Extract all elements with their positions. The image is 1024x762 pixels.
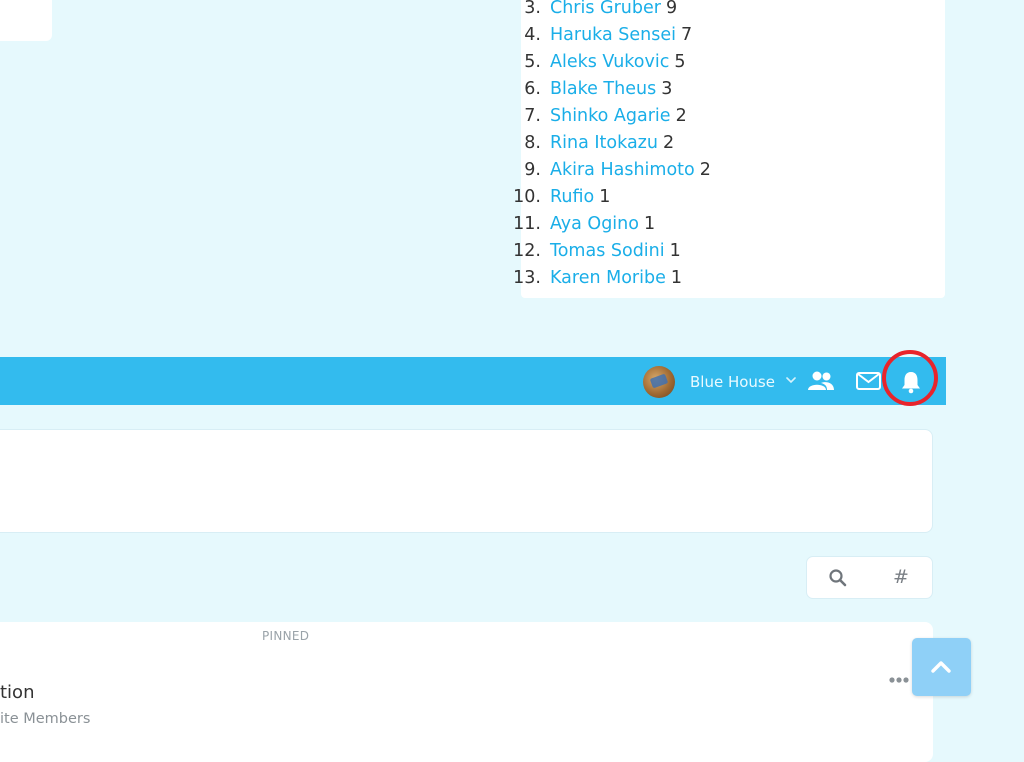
top-navbar <box>0 357 946 405</box>
leaderboard-item: 10. Rufio 1 <box>513 184 611 211</box>
leaderboard-item: 6. Blake Theus 3 <box>521 76 672 103</box>
rank: 13. <box>513 268 541 288</box>
member-link[interactable]: Shinko Agarie <box>550 106 671 126</box>
score: 2 <box>675 106 687 126</box>
house-name[interactable]: Blue House <box>690 371 775 393</box>
member-link[interactable]: Haruka Sensei <box>550 25 676 45</box>
top-left-card <box>0 0 52 41</box>
back-to-top-button[interactable] <box>912 638 971 696</box>
member-link[interactable]: Rina Itokazu <box>550 133 658 153</box>
members-icon[interactable] <box>807 370 835 392</box>
leaderboard-item: 12. Tomas Sodini 1 <box>513 238 681 265</box>
house-avatar[interactable] <box>643 366 675 398</box>
leaderboard-item: 11. Aya Ogino 1 <box>513 211 656 238</box>
member-link[interactable]: Aleks Vukovic <box>550 52 669 72</box>
member-link[interactable]: Tomas Sodini <box>550 241 665 261</box>
rank: 5. <box>524 52 541 72</box>
score: 1 <box>643 214 656 234</box>
rank: 3. <box>524 0 541 18</box>
member-link[interactable]: Karen Moribe <box>550 268 666 288</box>
rank: 6. <box>524 79 541 99</box>
rank: 7. <box>524 106 541 126</box>
score: 2 <box>699 160 711 180</box>
more-dots-icon[interactable] <box>888 676 910 684</box>
score: 7 <box>681 25 693 45</box>
feed-search-toolbar <box>806 556 933 599</box>
leaderboard-item: 13. Karen Moribe 1 <box>513 265 683 292</box>
member-link[interactable]: Aya Ogino <box>550 214 639 234</box>
score: 1 <box>599 187 611 207</box>
score: 2 <box>662 133 675 153</box>
notification-highlight-circle <box>882 350 938 406</box>
leaderboard-item: 4. Haruka Sensei 7 <box>521 22 692 49</box>
rank: 10. <box>513 187 541 207</box>
hashtag-icon[interactable]: # <box>893 565 909 589</box>
rank: 11. <box>513 214 541 234</box>
leaderboard-item: 3. Chris Gruber 9 <box>521 0 677 22</box>
leaderboard-card: 3. Chris Gruber 9 4. Haruka Sensei 7 5. Aleks… <box>513 0 945 298</box>
mail-icon[interactable] <box>856 372 881 390</box>
chevron-down-icon[interactable] <box>783 372 799 388</box>
member-link[interactable]: Chris Gruber <box>550 0 661 18</box>
leaderboard-item: 5. Aleks Vukovic 5 <box>521 49 686 76</box>
post-title[interactable]: tion <box>0 682 34 703</box>
score: 3 <box>661 79 673 99</box>
score: 1 <box>669 241 681 261</box>
rank: 12. <box>513 241 541 261</box>
score: 5 <box>674 52 686 72</box>
search-icon[interactable] <box>828 568 848 588</box>
leaderboard-item: 9. Akira Hashimoto 2 <box>521 157 711 184</box>
pinned-label: PINNED <box>262 629 310 643</box>
post-subtitle: ite Members <box>0 711 91 727</box>
score: 9 <box>665 0 678 18</box>
rank: 4. <box>524 25 541 45</box>
rank: 8. <box>524 133 541 153</box>
member-link[interactable]: Rufio <box>550 187 594 207</box>
leaderboard-item: 7. Shinko Agarie 2 <box>521 103 687 130</box>
rank: 9. <box>524 160 541 180</box>
post-composer[interactable] <box>0 429 933 533</box>
pinned-post-card <box>0 622 933 762</box>
score: 1 <box>670 268 683 288</box>
member-link[interactable]: Akira Hashimoto <box>550 160 695 180</box>
member-link[interactable]: Blake Theus <box>550 79 656 99</box>
chevron-up-icon <box>931 661 951 673</box>
leaderboard-item: 8. Rina Itokazu 2 <box>521 130 674 157</box>
